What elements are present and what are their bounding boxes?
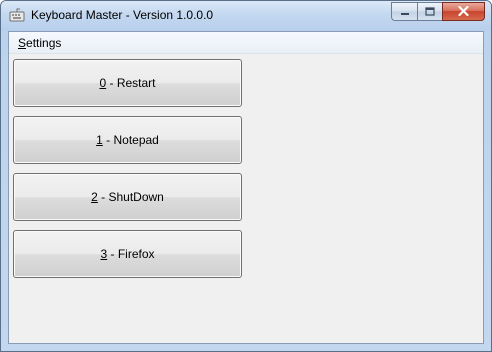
shutdown-button[interactable]: 2 - ShutDown xyxy=(13,173,242,221)
notepad-button-label: - Notepad xyxy=(102,133,159,147)
client-area: Settings 0 - Restart 1 - Notepad 2 - Shu… xyxy=(8,31,484,344)
restart-button[interactable]: 0 - Restart xyxy=(13,59,242,107)
maximize-button[interactable] xyxy=(417,2,442,21)
notepad-button[interactable]: 1 - Notepad xyxy=(13,116,242,164)
notepad-button-key: 1 xyxy=(96,133,103,147)
firefox-button[interactable]: 3 - Firefox xyxy=(13,230,242,278)
firefox-button-key: 3 xyxy=(100,247,108,261)
maximize-icon xyxy=(425,3,435,21)
caption-buttons xyxy=(391,2,485,21)
window-title: Keyboard Master - Version 1.0.0.0 xyxy=(31,8,214,22)
title-bar[interactable]: Keyboard Master - Version 1.0.0.0 xyxy=(1,1,491,31)
app-icon[interactable] xyxy=(9,7,25,23)
menu-settings-hotkey: S xyxy=(18,36,27,50)
close-icon xyxy=(458,3,469,21)
main-window: Keyboard Master - Version 1.0.0.0 Settin… xyxy=(0,0,492,352)
menu-bar: Settings xyxy=(9,32,483,54)
shutdown-button-label: - ShutDown xyxy=(97,190,164,204)
restart-button-label: - Restart xyxy=(106,76,156,90)
minimize-icon xyxy=(400,3,410,21)
shutdown-button-key: 2 xyxy=(91,190,98,204)
restart-button-key: 0 xyxy=(99,76,107,90)
firefox-button-label: - Firefox xyxy=(107,247,155,261)
minimize-button[interactable] xyxy=(391,2,417,21)
close-button[interactable] xyxy=(442,2,485,21)
menu-settings-label: ettings xyxy=(26,36,62,50)
menu-settings[interactable]: Settings xyxy=(18,36,61,50)
